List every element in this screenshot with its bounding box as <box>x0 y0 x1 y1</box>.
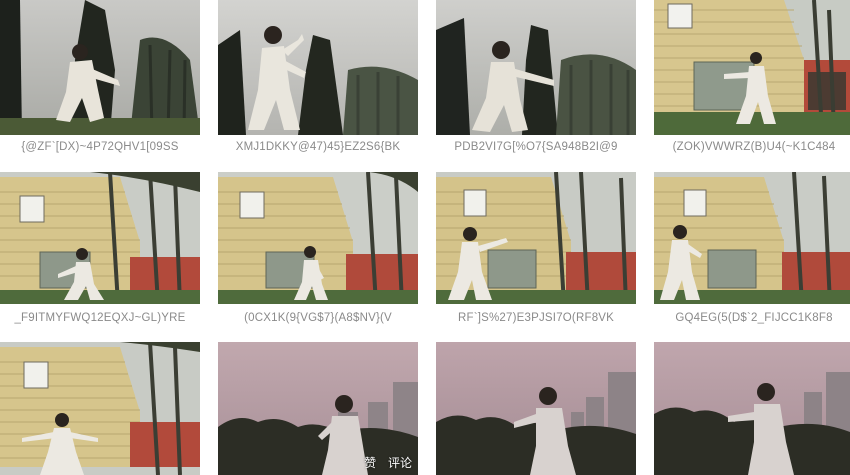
photo-tile[interactable]: {@ZF`[DX)~4P72QHV1[09SS <box>0 0 200 160</box>
tai-chi-photo-icon <box>436 342 636 475</box>
tai-chi-photo-icon <box>218 172 418 304</box>
tai-chi-photo-icon <box>0 342 200 475</box>
photo-tile[interactable]: (0CX1K(9{VG$7}(A8$NV}(V <box>218 172 418 332</box>
photo-thumbnail[interactable] <box>654 342 850 475</box>
tai-chi-photo-icon <box>0 0 200 135</box>
photo-thumbnail[interactable] <box>218 0 418 135</box>
photo-caption: XMJ1DKKY@47)45}EZ2S6{BK <box>235 141 401 153</box>
photo-thumbnail[interactable] <box>436 342 636 475</box>
photo-thumbnail[interactable] <box>0 342 200 475</box>
tai-chi-photo-icon <box>436 0 636 135</box>
photo-thumbnail[interactable] <box>0 0 200 135</box>
photo-tile[interactable]: (ZOK)VWWRZ(B)U4(~K1C484 <box>654 0 850 160</box>
photo-caption: _F9ITMYFWQ12EQXJ~GL)YRE <box>14 312 186 324</box>
photo-tile[interactable] <box>0 342 200 475</box>
tai-chi-photo-icon <box>654 0 850 135</box>
photo-thumbnail[interactable] <box>436 172 636 304</box>
photo-caption: PDB2VI7G[%O7{SA948B2I@9 <box>454 141 618 153</box>
tai-chi-photo-icon <box>436 172 636 304</box>
tai-chi-photo-icon <box>0 172 200 304</box>
like-button[interactable]: 赞 <box>364 456 376 470</box>
photo-tile[interactable]: GQ4EG(5(D$`2_FIJCC1K8F8 <box>654 172 850 332</box>
tai-chi-photo-icon <box>654 172 850 304</box>
photo-actions: 赞 评论 <box>356 454 412 471</box>
photo-tile[interactable]: RF`]S%27)E3PJSI7O(RF8VK <box>436 172 636 332</box>
photo-caption: (ZOK)VWWRZ(B)U4(~K1C484 <box>672 141 836 153</box>
photo-tile[interactable] <box>654 342 850 475</box>
photo-thumbnail[interactable] <box>0 172 200 304</box>
photo-caption: RF`]S%27)E3PJSI7O(RF8VK <box>457 312 615 324</box>
photo-grid: {@ZF`[DX)~4P72QHV1[09SS XMJ1DKKY@47)45}E… <box>0 0 850 475</box>
photo-tile[interactable]: _F9ITMYFWQ12EQXJ~GL)YRE <box>0 172 200 332</box>
photo-caption: GQ4EG(5(D$`2_FIJCC1K8F8 <box>675 312 833 324</box>
photo-tile[interactable] <box>436 342 636 475</box>
photo-tile[interactable]: 赞 评论 <box>218 342 418 475</box>
photo-caption: (0CX1K(9{VG$7}(A8$NV}(V <box>244 312 392 324</box>
photo-tile[interactable]: XMJ1DKKY@47)45}EZ2S6{BK <box>218 0 418 160</box>
photo-thumbnail[interactable] <box>654 0 850 135</box>
tai-chi-photo-icon <box>654 342 850 475</box>
photo-thumbnail[interactable] <box>218 172 418 304</box>
photo-caption: {@ZF`[DX)~4P72QHV1[09SS <box>21 141 179 153</box>
photo-thumbnail[interactable] <box>436 0 636 135</box>
photo-thumbnail[interactable] <box>654 172 850 304</box>
tai-chi-photo-icon <box>218 0 418 135</box>
comment-button[interactable]: 评论 <box>388 456 412 470</box>
photo-tile[interactable]: PDB2VI7G[%O7{SA948B2I@9 <box>436 0 636 160</box>
